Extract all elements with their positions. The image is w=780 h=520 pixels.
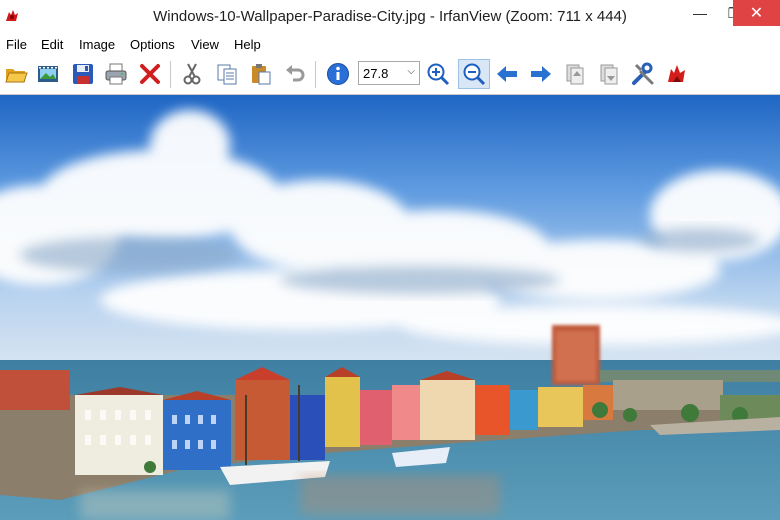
zoom-out-icon[interactable] bbox=[458, 59, 490, 89]
undo-icon[interactable] bbox=[282, 61, 308, 87]
last-page-icon[interactable] bbox=[596, 61, 622, 87]
first-page-icon[interactable] bbox=[562, 61, 588, 87]
cut-icon[interactable] bbox=[179, 61, 205, 87]
save-icon[interactable] bbox=[70, 61, 96, 87]
chevron-down-icon[interactable]: ⌵ bbox=[407, 66, 415, 77]
menu-image[interactable]: Image bbox=[79, 37, 115, 52]
menu-options[interactable]: Options bbox=[130, 37, 175, 52]
thumbnails-icon[interactable] bbox=[35, 61, 61, 87]
menu-bar: File Edit Image Options View Help bbox=[0, 34, 780, 55]
settings-icon[interactable] bbox=[630, 61, 656, 87]
menu-file[interactable]: File bbox=[6, 37, 27, 52]
info-icon[interactable] bbox=[325, 61, 351, 87]
menu-help[interactable]: Help bbox=[234, 37, 261, 52]
print-icon[interactable] bbox=[103, 61, 129, 87]
open-folder-icon[interactable] bbox=[3, 61, 29, 87]
copy-icon[interactable] bbox=[214, 61, 240, 87]
close-button[interactable]: ✕ bbox=[733, 0, 780, 26]
menu-view[interactable]: View bbox=[191, 37, 219, 52]
image-canvas[interactable] bbox=[0, 95, 780, 520]
irfanview-cat-icon[interactable] bbox=[664, 61, 690, 87]
zoom-value: 27.8 bbox=[363, 66, 389, 81]
toolbar-separator bbox=[315, 61, 316, 88]
title-bar: Windows-10-Wallpaper-Paradise-City.jpg -… bbox=[0, 0, 780, 34]
next-icon[interactable] bbox=[528, 61, 554, 87]
delete-icon[interactable] bbox=[137, 61, 163, 87]
zoom-combobox[interactable]: 27.8 ⌵ bbox=[358, 61, 420, 85]
window-title: Windows-10-Wallpaper-Paradise-City.jpg -… bbox=[153, 8, 627, 25]
toolbar-separator bbox=[170, 61, 171, 88]
wallpaper-image bbox=[0, 95, 780, 520]
menu-edit[interactable]: Edit bbox=[41, 37, 63, 52]
zoom-in-icon[interactable] bbox=[425, 61, 451, 87]
previous-icon[interactable] bbox=[494, 61, 520, 87]
paste-icon[interactable] bbox=[248, 61, 274, 87]
